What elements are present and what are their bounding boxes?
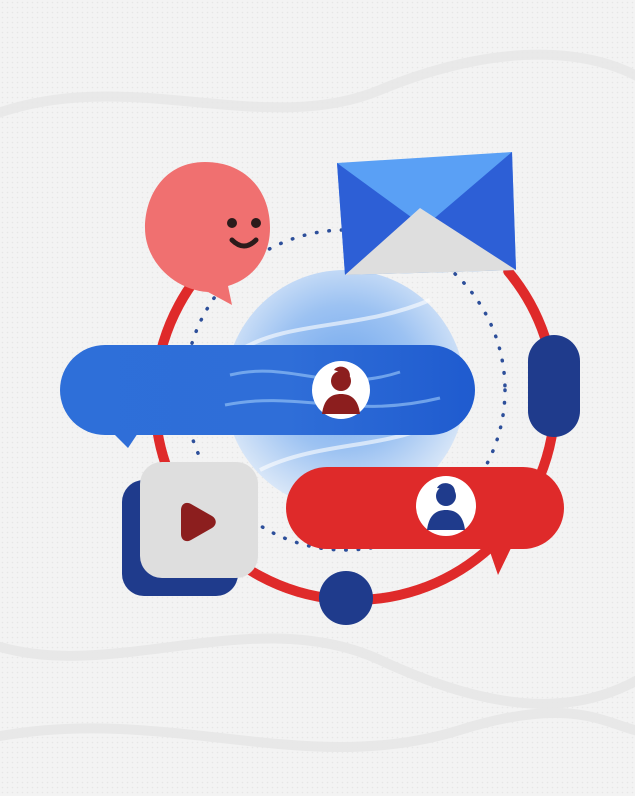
communication-illustration	[0, 0, 635, 796]
person-avatar-icon-bottom	[416, 476, 476, 536]
envelope-icon	[337, 152, 516, 275]
smiley-eye-left	[227, 218, 237, 228]
person-avatar-icon-top	[312, 361, 370, 419]
play-tile	[122, 462, 258, 596]
smiley-eye-right	[251, 218, 261, 228]
headset-icon	[528, 335, 580, 437]
ring-end-ball	[319, 571, 373, 625]
blue-message-bar	[60, 345, 475, 448]
